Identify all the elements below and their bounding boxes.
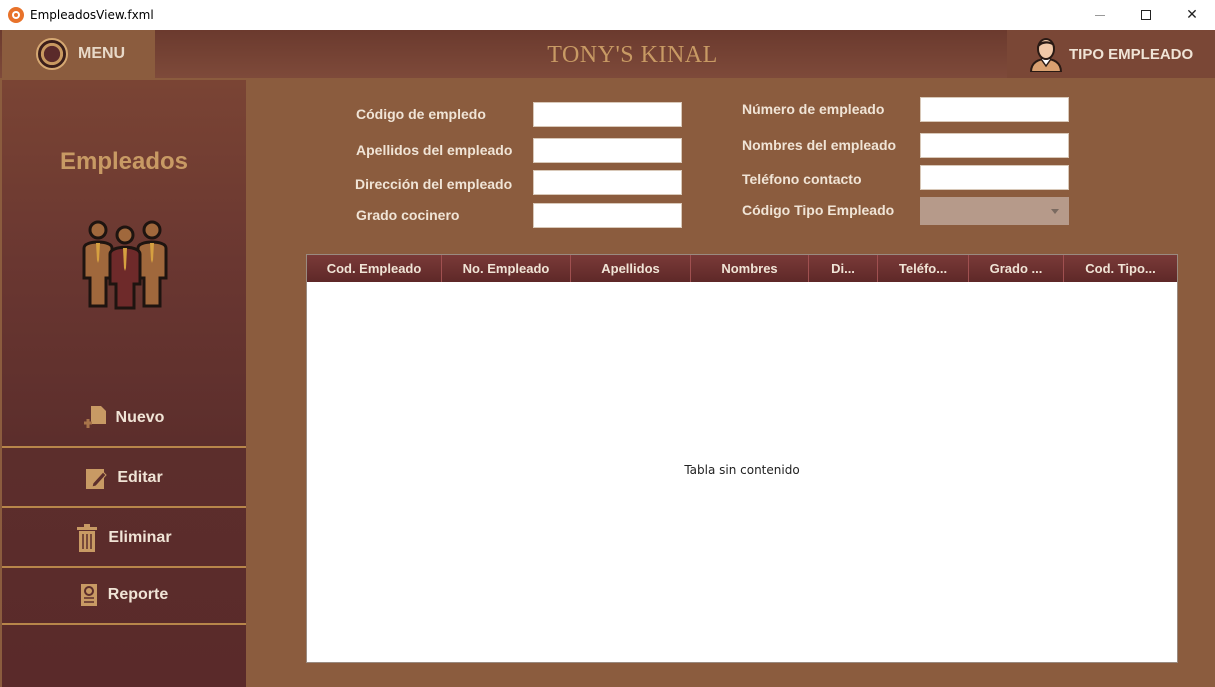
direccion-field[interactable] (533, 170, 682, 195)
column-header[interactable]: Cod. Tipo... (1064, 255, 1177, 282)
column-header[interactable]: Apellidos (571, 255, 691, 282)
table-header: Cod. Empleado No. Empleado Apellidos Nom… (307, 255, 1177, 282)
codigo-tipo-label: Código Tipo Empleado (742, 202, 895, 218)
column-header[interactable]: Cod. Empleado (307, 255, 442, 282)
codigo-empleado-label: Código de empledo (356, 106, 486, 122)
column-header[interactable]: Nombres (691, 255, 809, 282)
numero-empleado-field[interactable] (920, 97, 1069, 122)
tipo-empleado-label: TIPO EMPLEADO (1069, 45, 1194, 63)
eliminar-button[interactable]: Eliminar (2, 510, 246, 568)
close-button[interactable]: ✕ (1169, 0, 1215, 30)
edit-icon (86, 469, 108, 489)
app-header: MENU TONY'S KINAL TIPO EMPLEADO (0, 30, 1215, 78)
close-icon: ✕ (1186, 7, 1198, 23)
editar-label: Editar (117, 469, 163, 486)
nombres-label: Nombres del empleado (742, 137, 897, 153)
report-icon (80, 584, 97, 606)
reporte-button[interactable]: Reporte (2, 567, 246, 625)
chevron-down-icon (1051, 209, 1059, 214)
minimize-button[interactable] (1077, 0, 1123, 30)
employees-group-icon (82, 220, 168, 310)
nuevo-button[interactable]: Nuevo (2, 390, 246, 448)
window-controls: ✕ (1077, 0, 1215, 30)
codigo-empleado-field[interactable] (533, 102, 682, 127)
telefono-label: Teléfono contacto (742, 171, 862, 187)
window-titlebar: EmpleadosView.fxml ✕ (0, 0, 1215, 30)
window-title: EmpleadosView.fxml (30, 8, 154, 22)
nuevo-label: Nuevo (115, 409, 165, 426)
nombres-field[interactable] (920, 133, 1069, 158)
telefono-field[interactable] (920, 165, 1069, 190)
grado-cocinero-label: Grado cocinero (356, 207, 460, 223)
direccion-label: Dirección del empleado (355, 176, 513, 192)
apellidos-field[interactable] (533, 138, 682, 163)
column-header[interactable]: No. Empleado (442, 255, 571, 282)
numero-empleado-label: Número de empleado (742, 101, 885, 117)
column-header[interactable]: Teléfo... (878, 255, 969, 282)
codigo-tipo-select[interactable] (920, 197, 1069, 225)
reporte-label: Reporte (107, 586, 169, 603)
trash-icon (77, 524, 98, 552)
apellidos-label: Apellidos del empleado (356, 142, 513, 158)
tipo-empleado-button[interactable]: TIPO EMPLEADO (1007, 30, 1215, 78)
minimize-icon (1095, 14, 1105, 16)
maximize-icon (1141, 10, 1151, 20)
new-file-icon (83, 406, 106, 428)
editar-button[interactable]: Editar (2, 450, 246, 508)
table-empty-message: Tabla sin contenido (684, 463, 800, 477)
eliminar-label: Eliminar (108, 529, 172, 546)
maximize-button[interactable] (1123, 0, 1169, 30)
grado-cocinero-field[interactable] (533, 203, 682, 228)
column-header[interactable]: Grado ... (969, 255, 1064, 282)
empleados-table[interactable]: Cod. Empleado No. Empleado Apellidos Nom… (306, 254, 1178, 663)
app-icon (8, 7, 24, 23)
sidebar-title: Empleados (59, 148, 189, 175)
person-icon (1029, 38, 1063, 72)
sidebar: Empleados Nuevo Editar Eliminar Reporte (2, 80, 246, 687)
column-header[interactable]: Di... (809, 255, 878, 282)
